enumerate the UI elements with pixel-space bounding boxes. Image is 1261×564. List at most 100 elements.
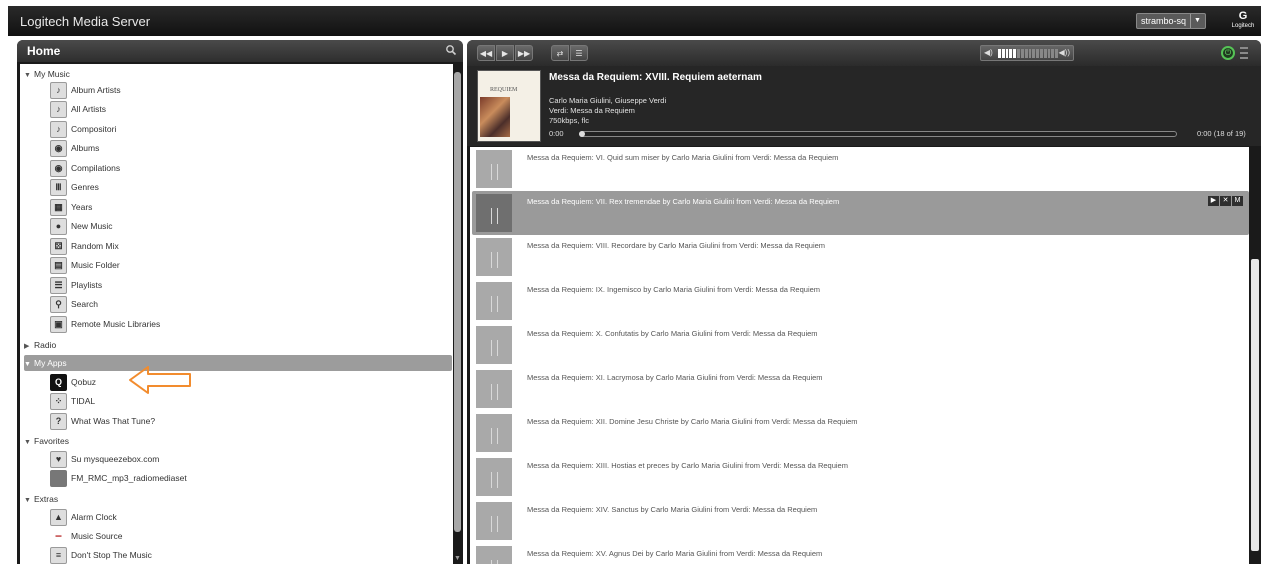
scrollbar-thumb[interactable]: [1251, 259, 1259, 551]
now-playing-artist[interactable]: Carlo Maria Giulini, Giuseppe Verdi: [549, 96, 666, 105]
track-text[interactable]: Messa da Requiem: VIII. Recordare by Car…: [527, 241, 825, 250]
menu-item-tidal[interactable]: ⁘ TIDAL: [50, 392, 95, 410]
track-text[interactable]: Messa da Requiem: X. Confutatis by Carlo…: [527, 329, 818, 338]
album-cover[interactable]: REQUIEM: [477, 70, 541, 142]
track-text[interactable]: Messa da Requiem: VI. Quid sum miser by …: [527, 153, 838, 162]
menu-item-music-folder[interactable]: ▤ Music Folder: [50, 256, 120, 274]
volume-up-icon[interactable]: ◀)): [1059, 48, 1070, 57]
player-selector[interactable]: strambo-sq ▼: [1136, 13, 1206, 29]
browse-header: Home: [17, 40, 463, 62]
qobuz-icon: Q: [50, 373, 67, 391]
menu-item-alarm-clock[interactable]: ▲ Alarm Clock: [50, 508, 117, 526]
section-my-music[interactable]: ▼ My Music: [24, 67, 70, 81]
menu-item-all-artists[interactable]: ♪ All Artists: [50, 100, 106, 118]
folder-icon: ▤: [50, 256, 67, 274]
menu-item-albums[interactable]: ◉ Albums: [50, 139, 99, 157]
chevron-down-icon[interactable]: ▼: [1190, 14, 1201, 28]
playlist-scrollbar[interactable]: [1251, 147, 1259, 564]
playlist-row[interactable]: Messa da Requiem: VIII. Recordare by Car…: [470, 235, 1249, 279]
repeat-button[interactable]: ⇄: [551, 45, 569, 61]
browse-panel: Home ▼ My Music ♪ Album Artists ♪ All Artis…: [17, 40, 463, 564]
progress-knob[interactable]: [579, 131, 585, 137]
playlist-row[interactable]: Messa da Requiem: X. Confutatis by Carlo…: [470, 323, 1249, 367]
track-text[interactable]: Messa da Requiem: VII. Rex tremendae by …: [527, 197, 839, 206]
orange-arrow-annotation: [129, 366, 191, 394]
volume-tick: [1020, 49, 1024, 58]
menu-item-new-music[interactable]: ● New Music: [50, 217, 113, 235]
playlist-row[interactable]: Messa da Requiem: IX. Ingemisco by Carlo…: [470, 279, 1249, 323]
menu-item-search[interactable]: ⚲ Search: [50, 295, 98, 313]
volume-slider[interactable]: [998, 49, 1058, 58]
menu-item-compositori[interactable]: ♪ Compositori: [50, 120, 116, 138]
menu-item-fm-rmc[interactable]: FM_RMC_mp3_radiomediaset: [50, 469, 187, 487]
scroll-down-arrow-icon[interactable]: ▼: [454, 555, 461, 562]
more-track-icon[interactable]: M: [1232, 196, 1243, 206]
expanded-triangle-icon: ▼: [24, 361, 31, 368]
play-button[interactable]: ▶: [496, 45, 514, 61]
track-text[interactable]: Messa da Requiem: XI. Lacrymosa by Carlo…: [527, 373, 823, 382]
repeat-icon: ⇄: [556, 48, 564, 58]
rewind-icon: ◀◀: [479, 48, 493, 58]
magnifier-icon: ⚲: [50, 295, 67, 313]
album-icon: ◉: [50, 159, 67, 177]
remove-track-icon[interactable]: ✕: [1220, 196, 1231, 206]
menu-item-genres[interactable]: Ⅲ Genres: [50, 178, 99, 196]
scrollbar-thumb[interactable]: [454, 72, 461, 532]
volume-control[interactable]: ◀) ◀)): [980, 45, 1074, 61]
menu-item-remote-music-libraries[interactable]: ▣ Remote Music Libraries: [50, 315, 160, 333]
playlist-row[interactable]: Messa da Requiem: XV. Agnus Dei by Carlo…: [470, 543, 1249, 564]
volume-down-icon[interactable]: ◀): [984, 48, 993, 57]
search-icon[interactable]: [445, 44, 457, 56]
menu-item-album-artists[interactable]: ♪ Album Artists: [50, 81, 121, 99]
track-thumbnail: [476, 282, 512, 320]
menu-item-music-source[interactable]: ▬ Music Source: [50, 527, 123, 545]
rewind-button[interactable]: ◀◀: [477, 45, 495, 61]
power-icon[interactable]: ⏻: [1221, 46, 1235, 60]
heart-icon: ♥: [50, 450, 67, 468]
menu-item-random-mix[interactable]: ⚄ Random Mix: [50, 237, 119, 255]
playlist-row-active[interactable]: Messa da Requiem: VII. Rex tremendae by …: [472, 191, 1249, 235]
playlist-row[interactable]: Messa da Requiem: VI. Quid sum miser by …: [470, 147, 1249, 191]
volume-tick: [1036, 49, 1039, 58]
track-text[interactable]: Messa da Requiem: XV. Agnus Dei by Carlo…: [527, 549, 822, 558]
logitech-logo: G Logitech: [1231, 10, 1255, 32]
playlist-row[interactable]: Messa da Requiem: XIII. Hostias et prece…: [470, 455, 1249, 499]
home-title[interactable]: Home: [27, 44, 60, 58]
section-favorites[interactable]: ▼ Favorites: [24, 434, 69, 448]
menu-item-dont-stop-the-music[interactable]: ≡ Don't Stop The Music: [50, 546, 152, 564]
progress-bar[interactable]: [579, 131, 1177, 137]
volume-tick: [1043, 49, 1047, 58]
remote-library-icon: ▣: [50, 315, 67, 333]
now-playing-album[interactable]: Verdi: Messa da Requiem: [549, 106, 635, 115]
track-text[interactable]: Messa da Requiem: XII. Domine Jesu Chris…: [527, 417, 858, 426]
menu-item-years[interactable]: ▦ Years: [50, 198, 92, 216]
volume-tick: [1009, 49, 1013, 58]
menu-item-compilations[interactable]: ◉ Compilations: [50, 159, 120, 177]
section-extras[interactable]: ▼ Extras: [24, 492, 58, 506]
player-name: strambo-sq: [1141, 16, 1187, 26]
menu-item-playlists[interactable]: ☰ Playlists: [50, 276, 102, 294]
menu-item-mysqueezebox[interactable]: ♥ Su mysqueezebox.com: [50, 450, 159, 468]
track-text[interactable]: Messa da Requiem: XIII. Hostias et prece…: [527, 461, 848, 470]
play-track-icon[interactable]: ▶: [1208, 196, 1219, 206]
transport-controls: ◀◀ ▶ ▶▶ ⇄ ☰ ◀) ◀)) ⏻: [467, 40, 1261, 66]
tune-icon: ?: [50, 412, 67, 430]
radio-station-icon: [50, 469, 67, 487]
browse-scrollbar[interactable]: ▼: [453, 64, 462, 564]
track-thumbnail: [476, 194, 512, 232]
track-text[interactable]: Messa da Requiem: IX. Ingemisco by Carlo…: [527, 285, 820, 294]
shuffle-button[interactable]: ☰: [570, 45, 588, 61]
playlist-row[interactable]: Messa da Requiem: XIV. Sanctus by Carlo …: [470, 499, 1249, 543]
track-text[interactable]: Messa da Requiem: XIV. Sanctus by Carlo …: [527, 505, 817, 514]
playlist-row[interactable]: Messa da Requiem: XI. Lacrymosa by Carlo…: [470, 367, 1249, 411]
forward-button[interactable]: ▶▶: [515, 45, 533, 61]
now-playing-title[interactable]: Messa da Requiem: XVIII. Requiem aeterna…: [549, 72, 762, 83]
volume-tick: [1024, 49, 1028, 58]
section-radio[interactable]: ▶ Radio: [24, 338, 56, 352]
play-icon: ▶: [501, 48, 509, 58]
menu-item-qobuz[interactable]: Q Qobuz: [50, 373, 96, 391]
section-my-apps[interactable]: ▼ My Apps: [24, 355, 452, 371]
player-menu-icon[interactable]: [1239, 46, 1249, 60]
menu-item-what-was-that-tune[interactable]: ? What Was That Tune?: [50, 412, 155, 430]
playlist-row[interactable]: Messa da Requiem: XII. Domine Jesu Chris…: [470, 411, 1249, 455]
